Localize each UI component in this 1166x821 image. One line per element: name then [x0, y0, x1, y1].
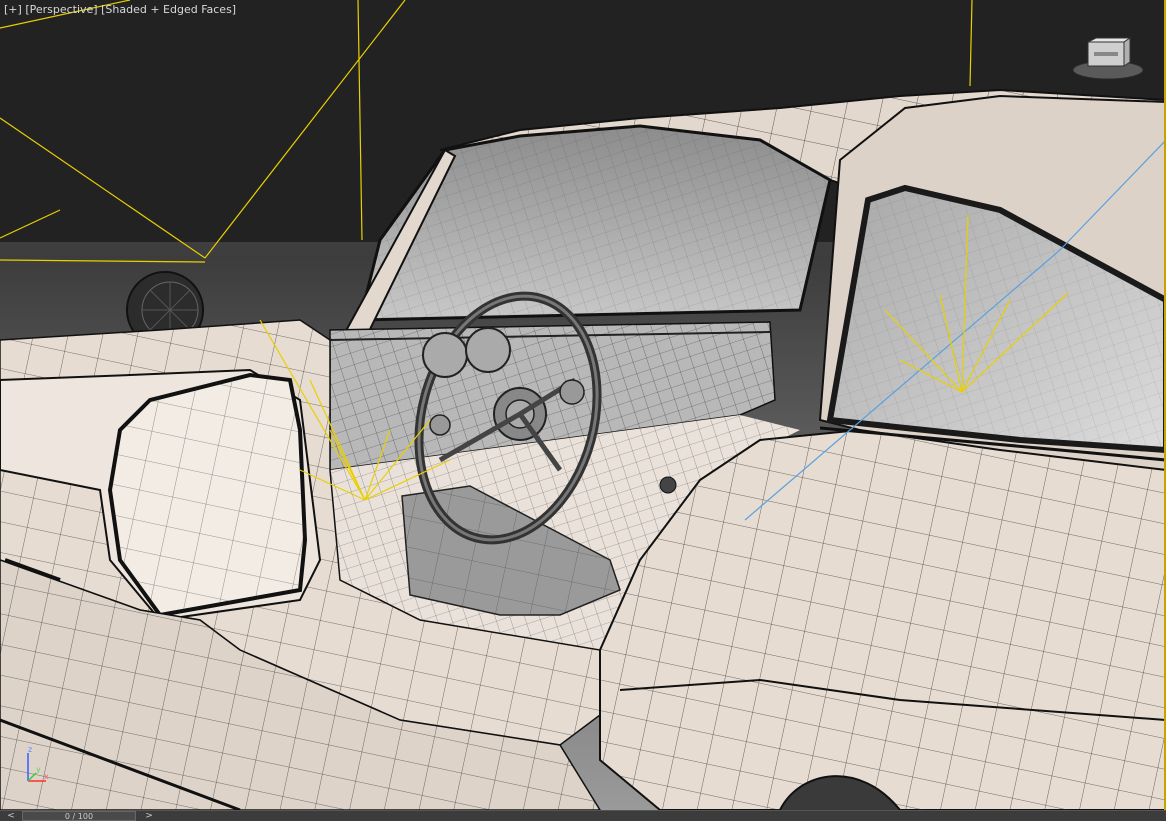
viewport-menu-plus[interactable]: [+]	[4, 3, 22, 16]
svg-text:x: x	[44, 772, 49, 781]
time-slider-bar: < 0 / 100 >	[0, 810, 1166, 821]
viewport-shading-label[interactable]: [Shaded + Edged Faces]	[101, 3, 236, 16]
viewcube-icon[interactable]	[1070, 36, 1144, 82]
viewport-label[interactable]: [+] [Perspective] [Shaded + Edged Faces]	[4, 3, 236, 16]
viewport-perspective[interactable]: [+] [Perspective] [Shaded + Edged Faces]	[0, 0, 1166, 810]
time-slider[interactable]: 0 / 100	[22, 811, 136, 821]
svg-text:y: y	[36, 765, 41, 774]
svg-text:z: z	[28, 745, 32, 754]
frame-counter: 0 / 100	[64, 812, 94, 821]
axis-gizmo-icon: z x y	[27, 745, 49, 782]
next-frame-button[interactable]: >	[142, 811, 156, 821]
viewport-view-label[interactable]: [Perspective]	[25, 3, 97, 16]
scene-render[interactable]	[0, 0, 1166, 810]
prev-frame-button[interactable]: <	[4, 811, 18, 821]
